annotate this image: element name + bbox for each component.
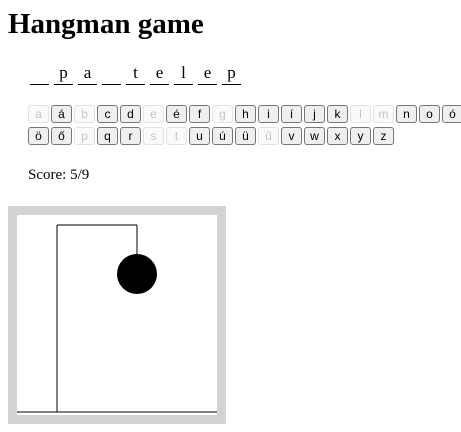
letter-key-c[interactable]: c [97,105,118,123]
score-label: Score: [28,167,67,183]
letter-key-f[interactable]: f [189,105,210,123]
letter-key-h[interactable]: h [235,105,256,123]
letter-slot: p [222,62,241,85]
letter-key-t: t [166,127,187,145]
letter-key-n[interactable]: n [396,105,417,123]
letter-key-í[interactable]: í [281,105,302,123]
keyboard-row-1: aábcdeéfghiíjklmnoó [28,105,461,123]
letter-key-q[interactable]: q [97,127,118,145]
letter-key-á[interactable]: á [51,105,72,123]
letter-key-k[interactable]: k [327,105,348,123]
letter-key-x[interactable]: x [327,127,348,145]
letter-slot: t [126,62,145,85]
letter-key-u[interactable]: u [189,127,210,145]
hangman-drawing [8,206,226,424]
letter-key-o[interactable]: o [419,105,440,123]
letter-key-r[interactable]: r [120,127,141,145]
letter-key-l: l [350,105,371,123]
letter-slot: e [198,62,217,85]
score-display: Score: 5/9 [28,167,89,184]
page-title: Hangman game [8,8,204,40]
letter-key-p: p [74,127,95,145]
letter-key-a: a [28,105,49,123]
letter-key-ó[interactable]: ó [442,105,461,123]
letter-key-v[interactable]: v [281,127,302,145]
letter-key-ö[interactable]: ö [28,127,49,145]
letter-key-j[interactable]: j [304,105,325,123]
letter-slot: e [150,62,169,85]
letter-key-ű: ű [258,127,279,145]
letter-slot: l [174,62,193,85]
word-display: patelep [30,62,241,86]
gallows-svg [17,224,217,413]
letter-key-z[interactable]: z [373,127,394,145]
letter-key-y[interactable]: y [350,127,371,145]
score-value: 5/9 [70,167,90,183]
letter-key-ő[interactable]: ő [51,127,72,145]
hangman-head [117,254,157,294]
letter-key-é[interactable]: é [166,105,187,123]
letter-slot: p [54,62,73,85]
letter-slot [102,62,121,85]
letter-key-ú[interactable]: ú [212,127,233,145]
letter-key-d[interactable]: d [120,105,141,123]
letter-key-w[interactable]: w [304,127,325,145]
letter-key-m: m [373,105,394,123]
letter-slot: a [78,62,97,85]
keyboard-row-2: öőpqrstuúüűvwxyz [28,127,396,145]
letter-key-i[interactable]: i [258,105,279,123]
letter-key-ü[interactable]: ü [235,127,256,145]
letter-key-g: g [212,105,233,123]
letter-key-b: b [74,105,95,123]
letter-slot [30,62,49,85]
letter-key-e: e [143,105,164,123]
letter-key-s: s [143,127,164,145]
